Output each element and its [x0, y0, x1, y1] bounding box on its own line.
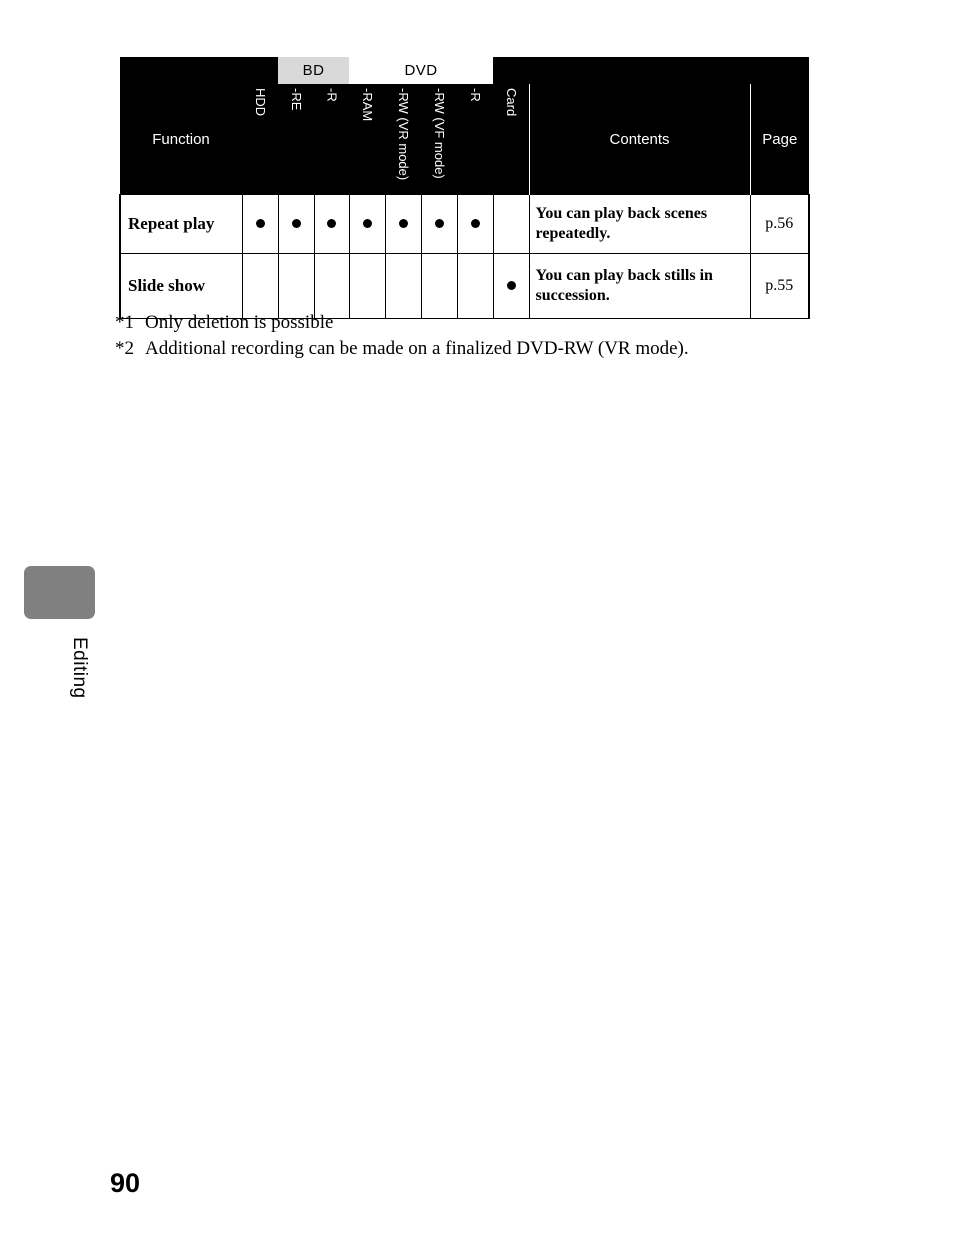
mark-cell-bd-r — [313, 253, 350, 319]
column-header-bd-r: -R — [314, 84, 349, 195]
footnote-marker: *1 — [115, 312, 134, 333]
mark-cell-dvd-rw-vr — [384, 253, 422, 319]
row-page-reference[interactable]: p.55 — [749, 253, 811, 319]
support-dot-icon — [506, 280, 516, 290]
mark-cell-bd-re — [277, 253, 315, 319]
row-contents-text: You can play back stills in succession. — [528, 253, 751, 319]
mark-cell-dvd-r — [456, 253, 494, 319]
chapter-tab-marker — [24, 566, 95, 619]
column-header-dvd-r: -R — [457, 84, 494, 195]
column-header-contents: Contents — [528, 84, 751, 195]
column-header-dvd-rw-vf: -RW (VF mode) — [421, 84, 457, 195]
row-function-name: Slide show — [119, 253, 243, 319]
support-dot-icon — [327, 218, 336, 228]
mark-cell-dvd-ram — [348, 253, 386, 319]
mark-cell-hdd — [241, 194, 279, 254]
table-row: Slide show You can play back stills in s… — [119, 253, 811, 319]
footnote-item: *2 Additional recording can be made on a … — [115, 336, 875, 362]
footnote-item: *1 Only deletion is possible — [115, 310, 875, 336]
column-header-hdd: HDD — [242, 84, 278, 195]
column-header-dvd-rw-vr: -RW (VR mode) — [385, 84, 421, 195]
column-header-card: Card — [493, 84, 530, 195]
column-header-dvd-rw-vf-label: -RW (VF mode) — [432, 88, 447, 179]
mark-cell-card — [492, 253, 530, 319]
mark-cell-card — [492, 194, 530, 254]
chapter-label: Editing — [69, 637, 90, 699]
group-header-blank-right — [529, 57, 810, 84]
column-header-bd-r-label: -R — [324, 88, 340, 102]
mark-cell-bd-re — [277, 194, 315, 254]
column-header-bd-re: -RE — [278, 84, 314, 195]
mark-cell-dvd-rw-vr — [384, 194, 422, 254]
column-header-bd-re-label: -RE — [289, 88, 304, 111]
column-header-hdd-label: HDD — [253, 88, 268, 117]
column-header-dvd-rw-vr-label: -RW (VR mode) — [396, 88, 411, 181]
support-dot-icon — [434, 218, 444, 228]
table-group-header-row: BD DVD — [120, 57, 810, 84]
column-header-dvd-ram: -RAM — [349, 84, 385, 195]
row-function-name: Repeat play — [119, 194, 243, 254]
group-header-blank-card — [493, 57, 530, 84]
footnote-marker: *2 — [115, 338, 134, 360]
mark-cell-dvd-rw-vf — [420, 253, 458, 319]
column-header-function: Function — [120, 84, 242, 195]
group-header-bd: BD — [278, 57, 349, 84]
mark-cell-hdd — [241, 253, 279, 319]
table-row: Repeat play You can play back scenes rep… — [119, 194, 811, 254]
mark-cell-dvd-ram — [348, 194, 386, 254]
page-number: 90 — [110, 1168, 141, 1198]
mark-cell-bd-r — [313, 194, 350, 254]
column-header-page: Page — [749, 84, 810, 195]
mark-cell-dvd-r — [456, 194, 494, 254]
column-header-card-label: Card — [503, 88, 519, 117]
support-dot-icon — [291, 218, 301, 228]
row-page-reference[interactable]: p.56 — [749, 194, 811, 254]
support-dot-icon — [398, 218, 408, 228]
footnote-text: Additional recording can be made on a fi… — [145, 338, 689, 360]
compatibility-table: BD DVD Function HDD -RE -R -RAM -RW (VR … — [119, 57, 811, 319]
column-header-dvd-r-label: -R — [468, 88, 484, 102]
footnotes-block: *1 Only deletion is possible *2 Additional… — [115, 310, 875, 362]
column-header-dvd-ram-label: -RAM — [360, 88, 375, 122]
group-header-dvd: DVD — [349, 57, 494, 84]
row-contents-text: You can play back scenes repeatedly. — [528, 194, 751, 254]
support-dot-icon — [255, 218, 265, 228]
group-header-blank-left — [120, 57, 278, 84]
table-column-header-row: Function HDD -RE -R -RAM -RW (VR mode) -… — [120, 84, 810, 195]
mark-cell-dvd-rw-vf — [420, 194, 458, 254]
footnote-text: Only deletion is possible — [145, 312, 334, 333]
support-dot-icon — [470, 218, 480, 228]
support-dot-icon — [362, 218, 372, 228]
